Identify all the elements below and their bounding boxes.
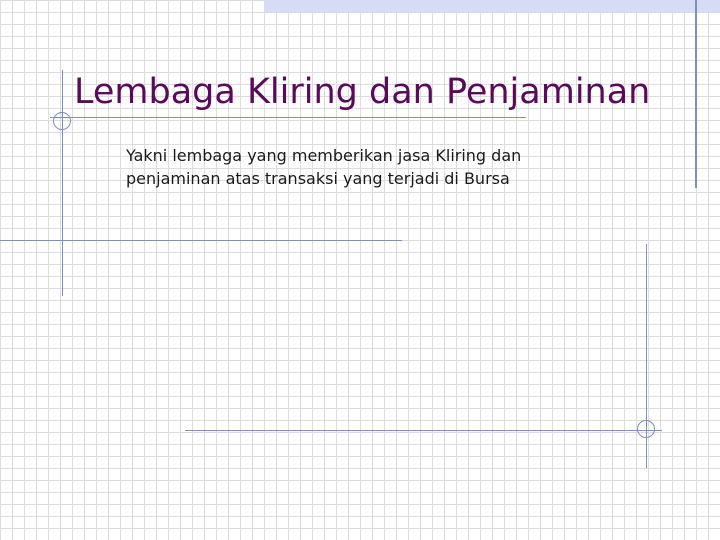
- right-vertical-line: [695, 0, 697, 188]
- title-underline: [50, 117, 526, 118]
- slide-title: Lembaga Kliring dan Penjaminan: [74, 72, 651, 112]
- slide: Lembaga Kliring dan Penjaminan Yakni lem…: [0, 0, 720, 540]
- right-circle-ornament: [637, 420, 655, 438]
- slide-body-text: Yakni lembaga yang memberikan jasa Kliri…: [126, 146, 522, 188]
- left-vertical-line: [62, 70, 63, 296]
- mid-horizontal-line: [0, 240, 402, 241]
- left-circle-ornament: [53, 112, 71, 130]
- lower-horizontal-line: [185, 430, 662, 431]
- top-accent-band: [264, 0, 720, 12]
